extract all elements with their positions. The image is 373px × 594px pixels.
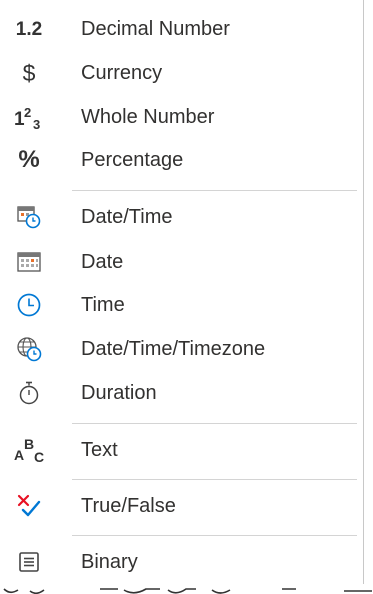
menu-item-duration[interactable]: Duration	[0, 372, 363, 414]
background-content-strip	[0, 584, 373, 594]
menu-item-datetime[interactable]: Date/Time	[0, 196, 363, 238]
time-icon	[11, 289, 47, 321]
percentage-icon: %	[18, 146, 40, 173]
menu-item-label: Decimal Number	[81, 17, 230, 40]
datetime-icon	[11, 201, 47, 233]
menu-separator	[72, 535, 357, 536]
menu-item-label: Date	[81, 250, 124, 273]
menu-separator	[72, 479, 357, 480]
datetime-timezone-icon	[11, 333, 47, 365]
menu-item-binary[interactable]: Binary	[0, 541, 363, 583]
menu-item-label: Binary	[81, 550, 138, 573]
menu-item-label: Whole Number	[81, 105, 215, 128]
menu-item-label: Time	[81, 293, 125, 316]
svg-text:B: B	[24, 436, 34, 452]
menu-item-true-false[interactable]: True/False	[0, 485, 363, 527]
menu-item-label: True/False	[81, 494, 176, 517]
menu-separator	[72, 190, 357, 191]
data-type-menu: 1.2 Decimal Number $ Currency 1 2 3 Whol…	[0, 0, 364, 584]
menu-item-label: Duration	[81, 381, 157, 404]
menu-item-date[interactable]: Date	[0, 241, 363, 283]
svg-text:C: C	[34, 449, 44, 465]
menu-item-label: Text	[81, 438, 118, 461]
duration-icon	[11, 377, 47, 409]
menu-item-percentage[interactable]: % Percentage	[0, 139, 363, 181]
whole-number-icon: 1 2 3	[11, 101, 47, 133]
menu-item-text[interactable]: A B C Text	[0, 429, 363, 471]
svg-text:2: 2	[24, 105, 31, 120]
binary-icon	[11, 546, 47, 578]
date-icon	[11, 246, 47, 278]
menu-item-label: Date/Time/Timezone	[81, 337, 266, 360]
menu-item-label: Currency	[81, 61, 163, 84]
menu-item-time[interactable]: Time	[0, 284, 363, 326]
menu-item-currency[interactable]: $ Currency	[0, 52, 363, 94]
currency-icon: $	[22, 59, 36, 86]
svg-text:3: 3	[33, 117, 40, 132]
menu-item-whole-number[interactable]: 1 2 3 Whole Number	[0, 96, 363, 138]
menu-item-label: Date/Time	[81, 205, 173, 228]
menu-item-decimal-number[interactable]: 1.2 Decimal Number	[0, 8, 363, 50]
text-icon: A B C	[11, 434, 47, 466]
menu-item-label: Percentage	[81, 148, 184, 171]
decimal-number-icon: 1.2	[15, 18, 43, 40]
menu-separator	[72, 423, 357, 424]
true-false-icon	[11, 490, 47, 522]
svg-text:A: A	[14, 447, 24, 463]
menu-item-datetime-timezone[interactable]: Date/Time/Timezone	[0, 328, 363, 370]
